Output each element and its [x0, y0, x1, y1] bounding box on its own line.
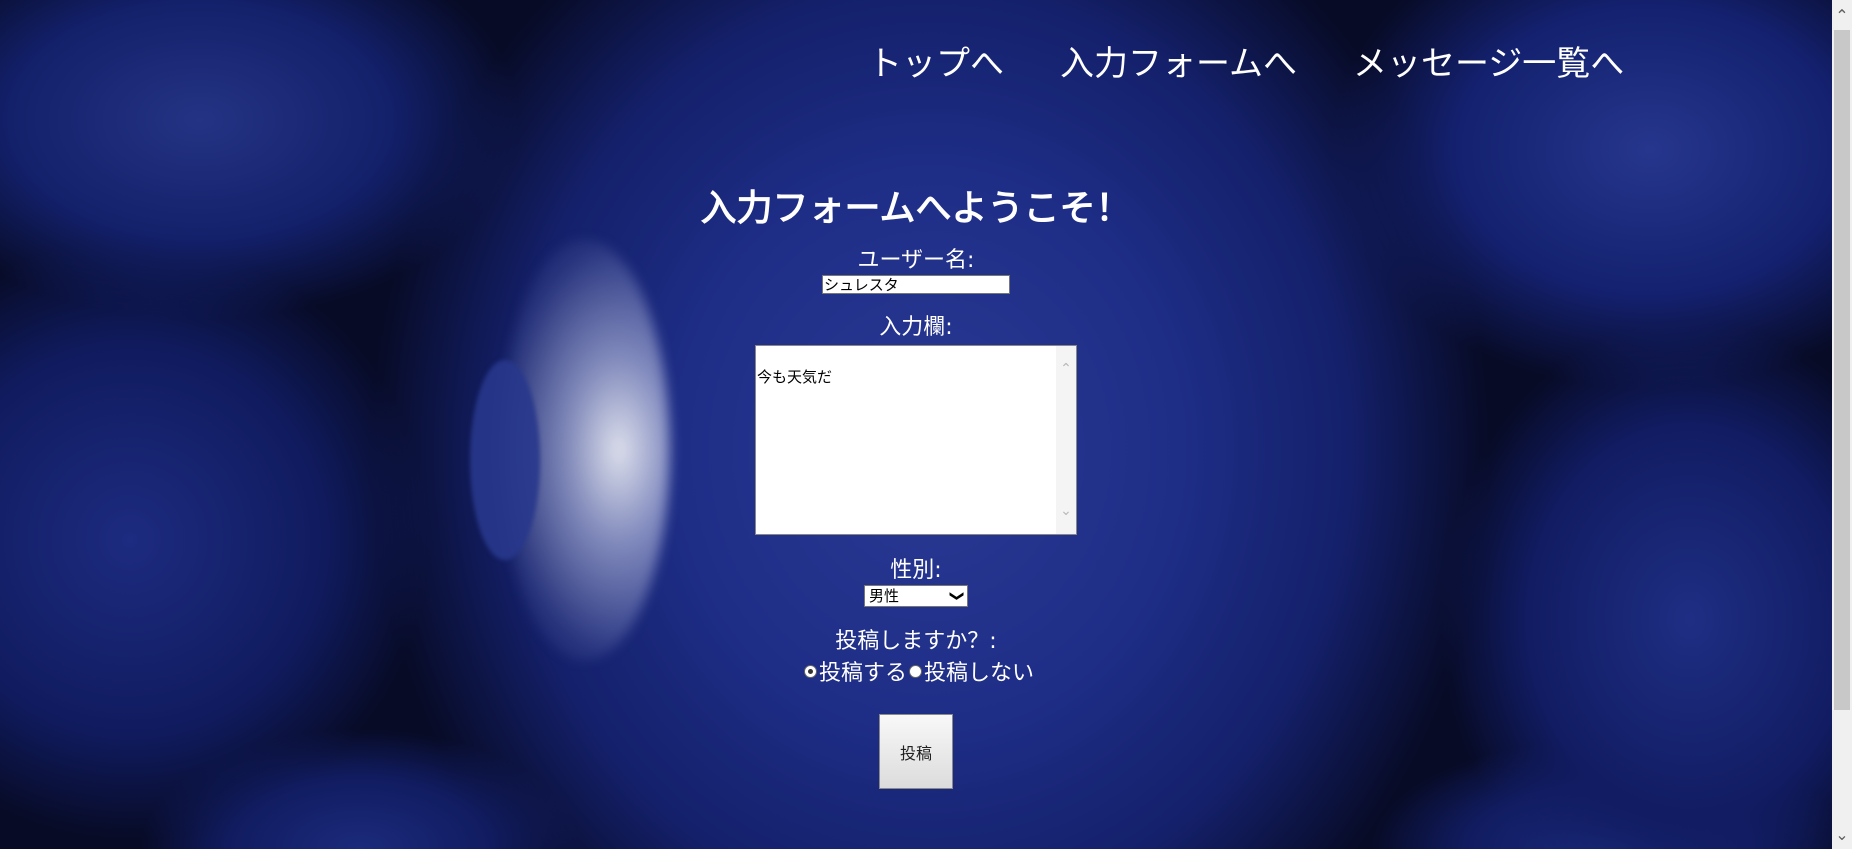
- memo-scrollbar[interactable]: ⌃ ⌄: [1056, 346, 1076, 534]
- nav-link-input-form[interactable]: 入力フォームへ: [1060, 36, 1297, 85]
- memo-label: 入力欄:: [879, 315, 953, 340]
- radio-checked-icon[interactable]: [803, 664, 817, 678]
- post-radio-group: 投稿する 投稿しない: [6, 655, 1832, 687]
- post-section: 投稿しますか？: 投稿する 投稿しない: [0, 623, 1832, 687]
- scrollbar-thumb[interactable]: [1834, 30, 1850, 710]
- gender-label: 性別:: [890, 558, 942, 583]
- memo-textarea-wrapper: 今も天気だ ⌃ ⌄: [755, 345, 1077, 535]
- input-form: 入力フォームへようこそ！ ユーザー名: 入力欄: 今も天気だ ⌃ ⌄ 性別: 男…: [0, 186, 1832, 789]
- radio-post-yes[interactable]: 投稿する: [803, 655, 907, 687]
- nav-link-message-list[interactable]: メッセージ一覧へ: [1353, 36, 1624, 85]
- memo-section: 入力欄: 今も天気だ ⌃ ⌄: [0, 309, 1832, 535]
- chevron-up-icon[interactable]: ⌃: [1059, 362, 1073, 376]
- scroll-up-icon[interactable]: ⌃: [1832, 6, 1852, 26]
- post-label: 投稿しますか？:: [835, 629, 997, 654]
- nav-link-top[interactable]: トップへ: [868, 36, 1004, 85]
- radio-post-no[interactable]: 投稿しない: [909, 655, 1034, 687]
- username-label: ユーザー名:: [857, 248, 975, 273]
- page-title: 入力フォームへようこそ！: [700, 188, 1132, 229]
- scroll-down-icon[interactable]: ⌄: [1832, 825, 1852, 845]
- chevron-down-icon: ❯: [949, 590, 966, 602]
- gender-selected-value: 男性: [869, 587, 900, 605]
- radio-post-yes-label: 投稿する: [818, 661, 907, 686]
- page-scrollbar[interactable]: ⌃ ⌄: [1832, 0, 1852, 849]
- radio-post-no-label: 投稿しない: [924, 661, 1035, 686]
- top-nav: トップへ 入力フォームへ メッセージ一覧へ: [868, 36, 1624, 85]
- username-section: ユーザー名:: [0, 242, 1832, 294]
- chevron-down-icon[interactable]: ⌄: [1059, 504, 1073, 518]
- submit-button[interactable]: 投稿: [879, 714, 953, 789]
- radio-unchecked-icon[interactable]: [909, 664, 922, 678]
- username-input[interactable]: [822, 275, 1010, 294]
- memo-textarea[interactable]: 今も天気だ: [756, 346, 1056, 534]
- gender-section: 性別: 男性 ❯: [0, 552, 1832, 607]
- gender-select[interactable]: 男性 ❯: [864, 585, 968, 607]
